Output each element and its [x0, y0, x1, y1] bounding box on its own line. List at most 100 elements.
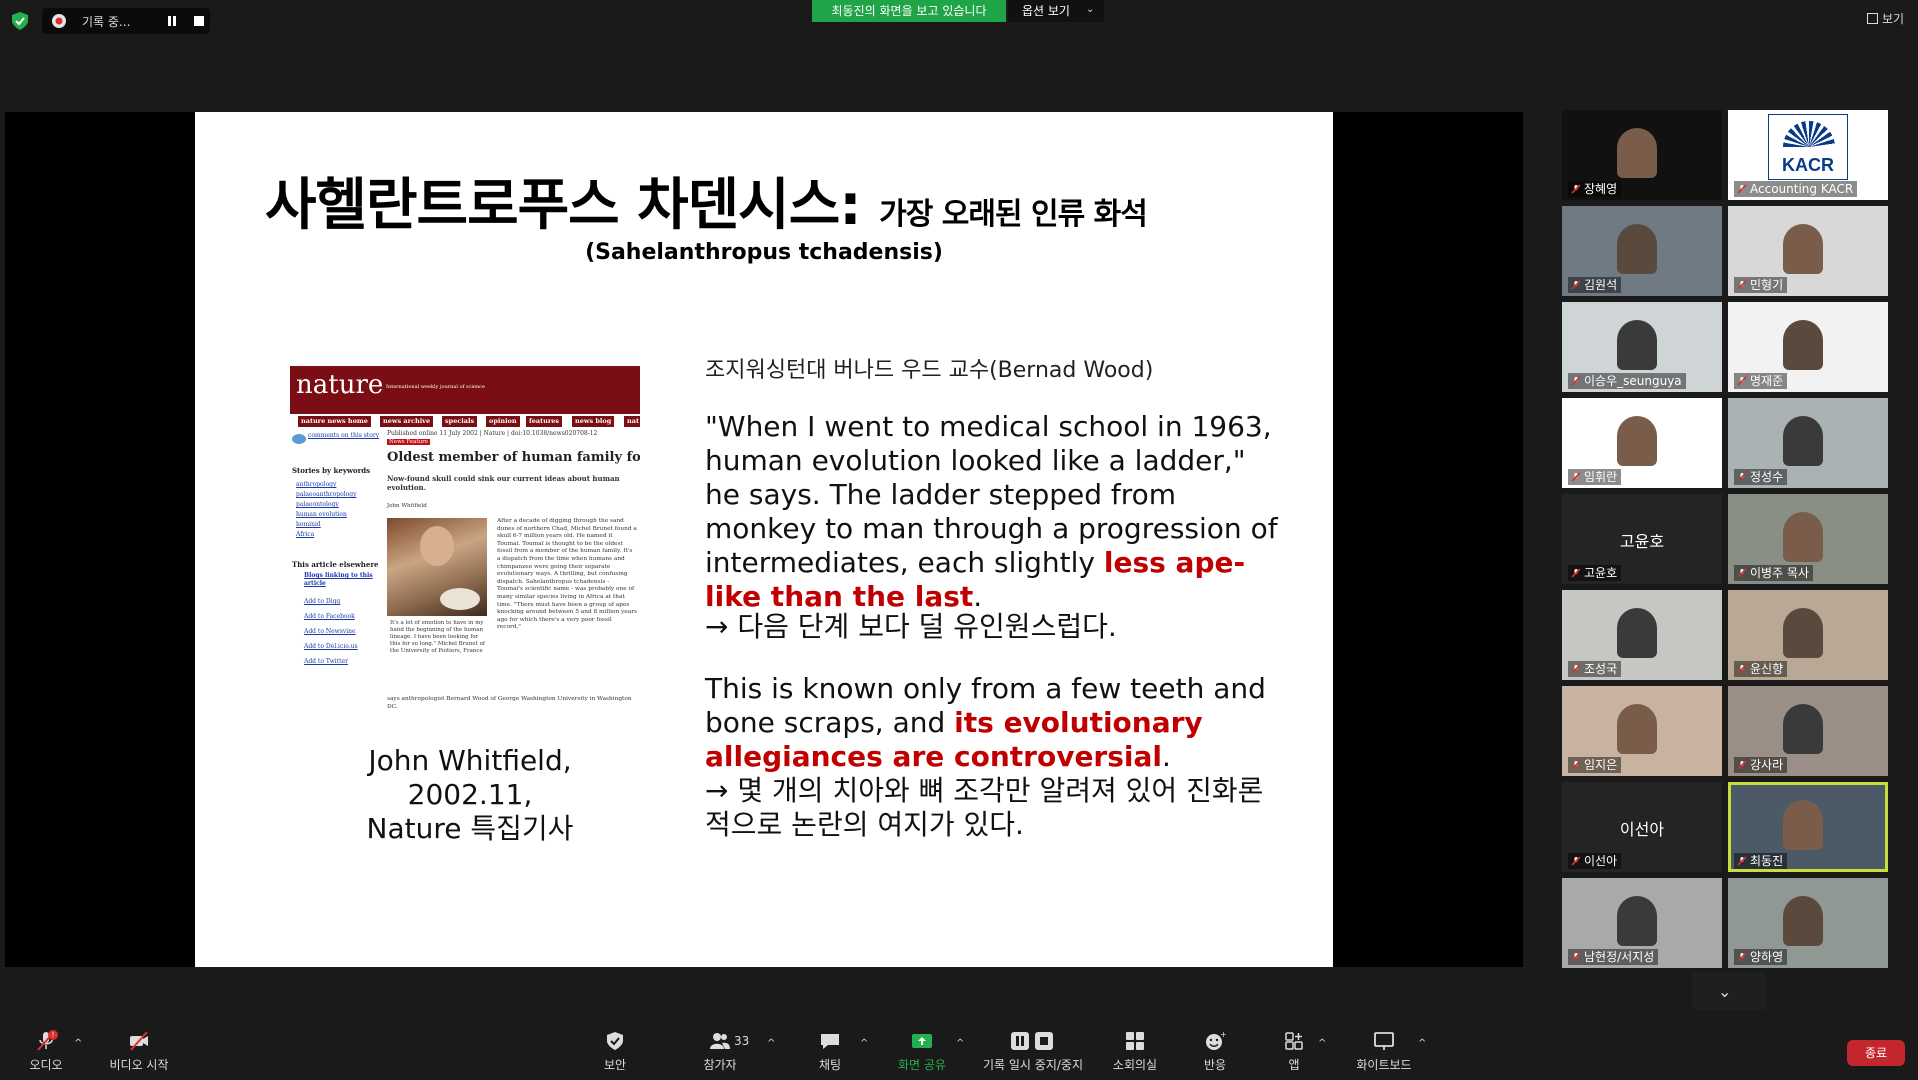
- breakout-rooms-icon: [1126, 1032, 1144, 1050]
- participant-video: [1617, 608, 1657, 658]
- pause-recording-icon[interactable]: [166, 15, 178, 27]
- participant-name-label: 이병주 목사: [1750, 566, 1810, 580]
- quote-2-end: .: [1162, 740, 1171, 773]
- meeting-toolbar: [0, 1018, 1918, 1080]
- source-person: 조지워싱턴대 버나드 우드 교수(Bernad Wood): [705, 358, 1154, 383]
- participant-tile[interactable]: 조성국: [1562, 590, 1722, 680]
- participant-name-label: Accounting KACR: [1750, 182, 1854, 196]
- slide-title-main: 사헬란트로푸스 차덴시스:: [265, 173, 862, 238]
- breakout-rooms-button[interactable]: 소회의실: [1110, 1030, 1160, 1073]
- participant-name: 고윤호: [1568, 565, 1622, 581]
- recording-indicator[interactable]: 기록 중...: [42, 8, 210, 34]
- participant-name-label: 윤신향: [1750, 662, 1784, 676]
- nature-author: John Whitfield: [387, 503, 427, 509]
- share-link: Add to Facebook: [304, 613, 355, 620]
- participant-tile[interactable]: 김원석: [1562, 206, 1722, 296]
- pause-stop-recording-button[interactable]: 기록 일시 중지/중지: [978, 1030, 1088, 1073]
- participant-tile[interactable]: 장혜영: [1562, 110, 1722, 200]
- audio-button[interactable]: 오디오: [26, 1030, 66, 1073]
- stop-recording-icon[interactable]: [194, 16, 204, 26]
- participant-video: [1783, 224, 1823, 274]
- participant-tile[interactable]: 정성수: [1728, 398, 1888, 488]
- share-link: Add to Newsvine: [304, 628, 356, 635]
- participant-name: 최동진: [1734, 853, 1788, 869]
- breakout-label: 소회의실: [1112, 1058, 1158, 1072]
- muted-mic-icon: [1737, 760, 1747, 770]
- recording-cloud-icon: [52, 14, 66, 28]
- participant-tile[interactable]: 남현정/서지성: [1562, 878, 1722, 968]
- participants-options-caret-icon[interactable]: ^: [767, 1038, 775, 1049]
- participant-video: [1617, 704, 1657, 754]
- participant-tile[interactable]: 민형기: [1728, 206, 1888, 296]
- reactions-button[interactable]: + 반응: [1200, 1030, 1230, 1073]
- muted-mic-icon: [1737, 856, 1747, 866]
- participant-tile[interactable]: 명재준: [1728, 302, 1888, 392]
- participant-tile[interactable]: 최동진: [1728, 782, 1888, 872]
- participant-name: 장혜영: [1568, 181, 1622, 197]
- article-foot: says anthropologist Bernard Wood of Geor…: [387, 696, 632, 710]
- start-video-button[interactable]: 비디오 시작: [106, 1030, 172, 1073]
- security-button[interactable]: 보안: [600, 1030, 630, 1073]
- participant-name-label: 명재준: [1750, 374, 1784, 388]
- participant-gallery: 장혜영 KACR Accounting KACR 김원석 민형기이승우_seunguya…: [1562, 110, 1898, 985]
- caption-date: 2002.11,: [407, 778, 533, 811]
- slide-latin-name: (Sahelanthropus tchadensis): [585, 240, 943, 265]
- view-layout-icon[interactable]: [1867, 13, 1878, 24]
- whiteboard-options-caret-icon[interactable]: ^: [1418, 1038, 1426, 1049]
- nature-feature-tag: News Feature: [387, 439, 431, 445]
- reactions-smiley-icon: +: [1206, 1030, 1226, 1050]
- reactions-label: 반응: [1203, 1058, 1227, 1072]
- quote-1-end: .: [973, 580, 983, 613]
- view-button[interactable]: 보기: [1882, 10, 1904, 27]
- participant-name-label: 정성수: [1750, 470, 1784, 484]
- nature-elsewhere-title: This article elsewhere: [292, 560, 379, 569]
- audio-options-caret-icon[interactable]: ^: [74, 1038, 82, 1049]
- participant-name: 임지은: [1568, 757, 1622, 773]
- participant-tile[interactable]: 이승우_seunguya: [1562, 302, 1722, 392]
- share-screen-button[interactable]: 화면 공유: [896, 1030, 948, 1073]
- shield-icon[interactable]: [12, 12, 28, 30]
- chevron-down-icon[interactable]: ⌄: [1086, 4, 1094, 15]
- end-meeting-button[interactable]: 종료: [1847, 1040, 1905, 1066]
- apps-options-caret-icon[interactable]: ^: [1318, 1038, 1326, 1049]
- muted-mic-icon: [1737, 472, 1747, 482]
- participant-tile[interactable]: KACR Accounting KACR: [1728, 110, 1888, 200]
- share-options-caret-icon[interactable]: ^: [956, 1038, 964, 1049]
- chat-button[interactable]: 채팅: [815, 1030, 845, 1073]
- security-label: 보안: [603, 1058, 627, 1072]
- participant-name-label: 고윤호: [1584, 566, 1618, 580]
- participant-video: [1783, 608, 1823, 658]
- participant-name: 남현정/서지성: [1568, 949, 1659, 965]
- muted-mic-icon: [1737, 664, 1747, 674]
- participant-name: Accounting KACR: [1734, 181, 1858, 197]
- view-button-label: 보기: [1882, 12, 1905, 26]
- comment-bubble-icon: [292, 434, 306, 444]
- nature-headline: Oldest member of human family found: [387, 450, 640, 465]
- participant-name-label: 이승우_seunguya: [1584, 374, 1682, 388]
- chat-options-caret-icon[interactable]: ^: [860, 1038, 868, 1049]
- participant-video: [1617, 416, 1657, 466]
- participant-tile[interactable]: 고윤호 고윤호: [1562, 494, 1722, 584]
- chevron-down-icon[interactable]: ⌄: [1718, 982, 1731, 1001]
- participant-tile[interactable]: 윤신향: [1728, 590, 1888, 680]
- top-bar: 기록 중... 최동진의 화면을 보고 있습니다 옵션 보기 ⌄ 보기: [0, 0, 1918, 38]
- muted-mic-icon: [1737, 184, 1747, 194]
- participant-tile[interactable]: 양하영: [1728, 878, 1888, 968]
- participant-video: [1617, 896, 1657, 946]
- apps-button[interactable]: 앱: [1282, 1030, 1306, 1073]
- caption-author: John Whitfield,: [368, 744, 572, 777]
- participant-tile[interactable]: 임휘란: [1562, 398, 1722, 488]
- participant-tile[interactable]: 강사라: [1728, 686, 1888, 776]
- participant-name-label: 최동진: [1750, 854, 1784, 868]
- participant-name: 이선아: [1568, 853, 1622, 869]
- participant-tile[interactable]: 임지은: [1562, 686, 1722, 776]
- pause-stop-recording-icon: [1011, 1032, 1053, 1050]
- participant-tile[interactable]: 이선아 이선아: [1562, 782, 1722, 872]
- participant-name-label: 조성국: [1584, 662, 1618, 676]
- participant-name: 임휘란: [1568, 469, 1622, 485]
- nature-nav-item: opinion: [486, 416, 520, 427]
- participant-tile[interactable]: 이병주 목사: [1728, 494, 1888, 584]
- nature-deck: Now-found skull could sink our current i…: [387, 474, 620, 492]
- view-options-label: 옵션 보기: [1022, 4, 1070, 18]
- whiteboard-button[interactable]: 화이트보드: [1350, 1030, 1418, 1073]
